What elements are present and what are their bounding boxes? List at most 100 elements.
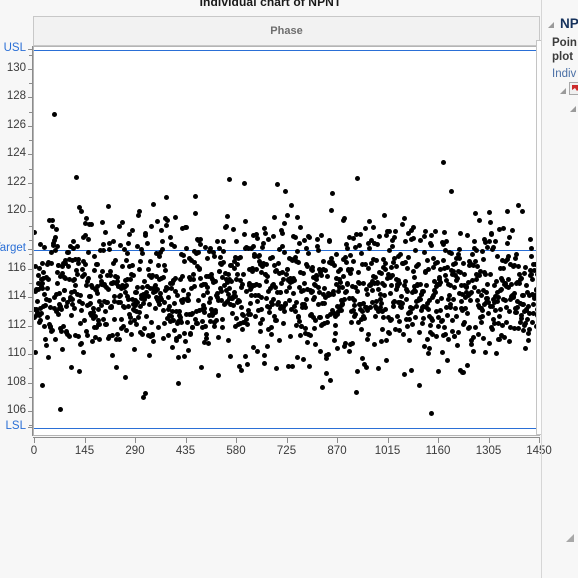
data-point[interactable] <box>472 324 478 330</box>
data-point[interactable] <box>54 226 60 232</box>
data-point[interactable] <box>168 235 174 240</box>
data-point[interactable] <box>111 239 117 245</box>
data-point-outlier[interactable] <box>51 111 57 117</box>
data-point[interactable] <box>289 203 295 209</box>
data-point[interactable] <box>295 249 301 255</box>
data-point[interactable] <box>127 232 133 238</box>
data-point[interactable] <box>384 338 390 344</box>
data-point[interactable] <box>338 267 344 273</box>
data-point[interactable] <box>315 248 321 254</box>
data-point[interactable] <box>112 316 118 322</box>
data-point[interactable] <box>515 264 521 270</box>
data-point[interactable] <box>45 314 51 320</box>
data-point[interactable] <box>273 366 279 372</box>
data-point[interactable] <box>142 326 148 332</box>
data-point[interactable] <box>226 272 231 278</box>
data-point[interactable] <box>212 323 218 329</box>
data-point[interactable] <box>86 275 92 281</box>
data-point[interactable] <box>480 336 486 342</box>
data-point[interactable] <box>386 331 392 337</box>
data-point[interactable] <box>169 345 175 351</box>
data-point[interactable] <box>312 325 318 331</box>
data-point[interactable] <box>82 318 88 324</box>
data-point[interactable] <box>144 313 150 319</box>
data-point[interactable] <box>74 175 80 181</box>
data-point[interactable] <box>266 310 272 316</box>
data-point[interactable] <box>441 229 447 235</box>
data-point[interactable] <box>324 319 330 325</box>
data-point[interactable] <box>383 357 389 363</box>
data-point[interactable] <box>103 229 109 235</box>
data-point[interactable] <box>328 378 334 384</box>
data-point[interactable] <box>458 299 464 305</box>
data-point[interactable] <box>413 248 419 254</box>
data-point[interactable] <box>404 266 410 272</box>
data-point[interactable] <box>401 216 407 222</box>
data-point[interactable] <box>393 263 399 269</box>
data-point[interactable] <box>417 296 423 302</box>
data-point[interactable] <box>421 316 427 322</box>
data-point[interactable] <box>407 316 413 322</box>
data-point[interactable] <box>446 337 452 343</box>
data-point[interactable] <box>38 310 44 316</box>
data-point[interactable] <box>429 243 435 249</box>
data-point[interactable] <box>460 261 466 267</box>
data-point[interactable] <box>498 306 503 312</box>
data-point[interactable] <box>262 352 268 358</box>
data-point[interactable] <box>149 319 155 325</box>
data-point[interactable] <box>150 201 156 207</box>
data-point[interactable] <box>113 258 119 264</box>
data-point[interactable] <box>366 245 372 251</box>
data-point[interactable] <box>293 300 299 306</box>
data-point[interactable] <box>486 239 492 245</box>
data-point[interactable] <box>432 229 438 235</box>
data-point[interactable] <box>318 272 324 278</box>
data-point[interactable] <box>100 241 106 247</box>
data-point[interactable] <box>85 236 91 242</box>
data-point[interactable] <box>464 310 470 316</box>
data-point[interactable] <box>160 274 166 280</box>
data-point[interactable] <box>49 327 55 333</box>
data-point[interactable] <box>457 231 463 237</box>
data-point[interactable] <box>490 327 495 333</box>
data-point[interactable] <box>439 317 445 323</box>
data-point[interactable] <box>387 247 393 253</box>
data-point[interactable] <box>99 269 105 275</box>
data-point[interactable] <box>450 296 456 302</box>
data-point[interactable] <box>416 262 422 268</box>
data-point[interactable] <box>518 276 524 282</box>
data-point[interactable] <box>350 235 356 241</box>
data-point[interactable] <box>411 274 417 280</box>
data-point[interactable] <box>76 333 82 339</box>
data-point[interactable] <box>363 365 369 371</box>
data-point[interactable] <box>452 284 458 290</box>
data-point[interactable] <box>479 313 485 319</box>
data-point[interactable] <box>529 276 535 282</box>
data-point[interactable] <box>294 215 300 221</box>
data-point[interactable] <box>171 327 177 333</box>
data-point-outlier[interactable] <box>440 160 446 166</box>
data-point[interactable] <box>378 271 384 277</box>
data-point[interactable] <box>362 226 368 232</box>
data-point[interactable] <box>258 329 264 335</box>
data-point[interactable] <box>164 194 170 200</box>
data-point[interactable] <box>68 365 74 371</box>
data-point[interactable] <box>347 253 353 259</box>
data-point[interactable] <box>193 193 199 199</box>
data-point[interactable] <box>192 283 198 289</box>
data-point[interactable] <box>420 288 426 294</box>
data-point[interactable] <box>525 304 531 310</box>
data-point[interactable] <box>264 295 270 301</box>
data-point[interactable] <box>61 287 67 293</box>
data-point[interactable] <box>420 320 426 326</box>
data-point[interactable] <box>205 340 211 346</box>
data-point[interactable] <box>99 220 105 226</box>
data-point[interactable] <box>444 238 450 244</box>
data-point[interactable] <box>311 295 317 301</box>
data-point[interactable] <box>98 273 104 279</box>
data-point[interactable] <box>349 341 355 347</box>
data-point[interactable] <box>285 267 291 273</box>
data-point[interactable] <box>133 321 139 327</box>
data-point[interactable] <box>241 231 247 237</box>
data-point[interactable] <box>378 339 384 345</box>
